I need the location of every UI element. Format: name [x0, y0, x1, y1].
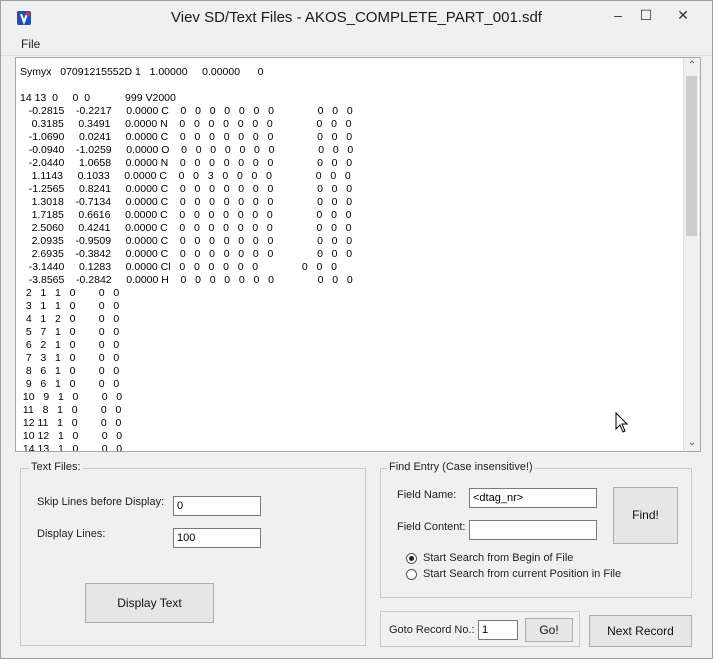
radio-search-current-label[interactable]: Start Search from current Position in Fi… [423, 568, 621, 580]
display-lines-input[interactable] [173, 528, 261, 548]
field-content-label: Field Content: [397, 521, 466, 533]
text-line: -0.2815 -0.2217 0.0000 C 0 0 0 0 0 0 0 0… [20, 105, 353, 117]
menu-bar: File [1, 35, 712, 56]
text-files-legend: Text Files: [29, 461, 83, 473]
text-line: 8 6 1 0 0 0 [20, 365, 120, 377]
skip-lines-label: Skip Lines before Display: [37, 496, 165, 508]
text-line: 4 1 2 0 0 0 [20, 313, 120, 325]
goto-record-input[interactable] [478, 620, 518, 640]
text-line: -2.0440 1.0658 0.0000 N 0 0 0 0 0 0 0 0 … [20, 157, 353, 169]
text-line: 14 13 1 0 0 0 [20, 443, 123, 452]
radio-search-begin[interactable] [406, 553, 417, 564]
text-line: 1.3018 -0.7134 0.0000 C 0 0 0 0 0 0 0 0 … [20, 196, 353, 208]
vertical-scrollbar[interactable]: ⌃ ⌄ [683, 58, 700, 451]
text-line: 11 8 1 0 0 0 [20, 404, 122, 416]
go-button[interactable]: Go! [525, 618, 573, 642]
text-line: 10 12 1 0 0 0 [20, 430, 123, 442]
scroll-down-icon[interactable]: ⌄ [684, 435, 700, 451]
goto-record-label: Goto Record No.: [389, 624, 475, 636]
text-line: 2 1 1 0 0 0 [20, 287, 120, 299]
text-line: 6 2 1 0 0 0 [20, 339, 120, 351]
radio-search-begin-label[interactable]: Start Search from Begin of File [423, 552, 573, 564]
text-line: 12 11 1 0 0 0 [20, 417, 122, 429]
text-line: 1.1143 0.1033 0.0000 C 0 0 3 0 0 0 0 0 0… [20, 170, 351, 182]
display-text-button[interactable]: Display Text [85, 583, 214, 623]
text-line: -1.2565 0.8241 0.0000 C 0 0 0 0 0 0 0 0 … [20, 183, 353, 195]
find-button[interactable]: Find! [613, 487, 678, 544]
display-lines-label: Display Lines: [37, 528, 106, 540]
text-line: 10 9 1 0 0 0 [20, 391, 123, 403]
text-line: 2.0935 -0.9509 0.0000 C 0 0 0 0 0 0 0 0 … [20, 235, 353, 247]
minimize-button[interactable]: – [603, 5, 633, 25]
title-bar[interactable]: Viev SD/Text Files - AKOS_COMPLETE_PART_… [1, 1, 712, 35]
text-line: 14 13 0 0 0 999 V2000 [20, 92, 176, 104]
next-record-button[interactable]: Next Record [589, 615, 692, 647]
text-line: -3.8565 -0.2842 0.0000 H 0 0 0 0 0 0 0 0… [20, 274, 353, 286]
find-entry-group: Find Entry (Case insensitive!) Field Nam… [380, 461, 692, 598]
text-line: 2.5060 0.4241 0.0000 C 0 0 0 0 0 0 0 0 0… [20, 222, 352, 234]
text-line: 0.3185 0.3491 0.0000 N 0 0 0 0 0 0 0 0 0… [20, 118, 352, 130]
text-line [20, 79, 680, 92]
text-line: -0.0940 -1.0259 0.0000 O 0 0 0 0 0 0 0 0… [20, 144, 354, 156]
text-line: -3.1440 0.1283 0.0000 Cl 0 0 0 0 0 0 0 0… [20, 261, 337, 273]
close-button[interactable]: ✕ [668, 5, 698, 25]
text-line: 7 3 1 0 0 0 [20, 352, 120, 364]
main-window: Viev SD/Text Files - AKOS_COMPLETE_PART_… [0, 0, 713, 659]
text-line: 2.6935 -0.3842 0.0000 C 0 0 0 0 0 0 0 0 … [20, 248, 353, 260]
goto-record-group: Goto Record No.: Go! [380, 611, 580, 647]
mouse-cursor-icon [615, 412, 629, 433]
scroll-thumb[interactable] [686, 76, 697, 236]
maximize-button[interactable]: ☐ [631, 5, 661, 25]
find-entry-legend: Find Entry (Case insensitive!) [387, 461, 535, 473]
file-text-content: Symyx 07091215552D 1 1.00000 0.00000 0 1… [20, 66, 680, 452]
text-line: 1.7185 0.6616 0.0000 C 0 0 0 0 0 0 0 0 0… [20, 209, 352, 221]
scroll-up-icon[interactable]: ⌃ [684, 58, 700, 74]
field-name-label: Field Name: [397, 489, 457, 501]
skip-lines-input[interactable] [173, 496, 261, 516]
file-text-view[interactable]: Symyx 07091215552D 1 1.00000 0.00000 0 1… [15, 57, 701, 452]
text-line: 3 1 1 0 0 0 [20, 300, 120, 312]
text-line: -1.0690 0.0241 0.0000 C 0 0 0 0 0 0 0 0 … [20, 131, 353, 143]
radio-search-current[interactable] [406, 569, 417, 580]
field-name-input[interactable] [469, 488, 597, 508]
text-line: 5 7 1 0 0 0 [20, 326, 120, 338]
field-content-input[interactable] [469, 520, 597, 540]
text-line: Symyx 07091215552D 1 1.00000 0.00000 0 [20, 66, 264, 78]
menu-file[interactable]: File [21, 37, 40, 51]
text-line: 9 6 1 0 0 0 [20, 378, 120, 390]
text-files-group: Text Files: Skip Lines before Display: D… [20, 461, 366, 646]
